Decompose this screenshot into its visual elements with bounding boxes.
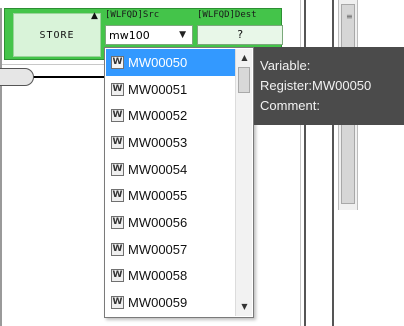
register-tooltip: Variable: Register:MW00050 Comment:	[254, 47, 404, 125]
word-register-icon: W	[111, 189, 124, 203]
scroll-up-icon[interactable]: ▲	[236, 50, 253, 66]
autocomplete-item[interactable]: W MW00050	[106, 49, 236, 76]
collapse-caret-icon[interactable]: ▲	[91, 11, 98, 21]
tooltip-register: Register:MW00050	[260, 78, 372, 93]
autocomplete-item[interactable]: W MW00058	[106, 263, 236, 290]
dest-operand-field[interactable]: ?	[197, 25, 283, 45]
autocomplete-item-label: MW00058	[128, 268, 188, 284]
word-register-icon: W	[111, 135, 124, 149]
word-register-icon: W	[111, 242, 124, 256]
tooltip-variable: Variable:	[260, 58, 311, 73]
autocomplete-item[interactable]: W MW00057	[106, 236, 236, 263]
source-operand-header: [WLFQD]Src	[105, 10, 160, 20]
word-register-icon: W	[111, 82, 124, 96]
autocomplete-item-label: MW00055	[128, 188, 188, 204]
autocomplete-item[interactable]: W MW00053	[106, 129, 236, 156]
dest-operand-header: [WLFQD]Dest	[197, 10, 257, 20]
autocomplete-item[interactable]: W MW00055	[106, 182, 236, 209]
word-register-icon: W	[111, 269, 124, 283]
autocomplete-item-label: MW00052	[128, 108, 188, 124]
autocomplete-item[interactable]: W MW00059	[106, 289, 236, 316]
autocomplete-item-label: MW00057	[128, 241, 188, 257]
scroll-down-icon[interactable]: ▼	[236, 299, 253, 315]
autocomplete-item[interactable]: W MW00054	[106, 156, 236, 183]
autocomplete-item[interactable]: W MW00052	[106, 102, 236, 129]
scrollbar-grip-icon: ≡	[346, 12, 353, 21]
tooltip-comment: Comment:	[260, 98, 320, 113]
word-register-icon: W	[111, 296, 124, 310]
autocomplete-item-label: MW00059	[128, 295, 188, 311]
autocomplete-item[interactable]: W MW00056	[106, 209, 236, 236]
autocomplete-item-label: MW00051	[128, 81, 188, 97]
autocomplete-item-label: MW00053	[128, 134, 188, 150]
autocomplete-scrollbar[interactable]: ▲ ▼	[235, 49, 252, 316]
word-register-icon: W	[111, 109, 124, 123]
word-register-icon: W	[111, 55, 124, 69]
autocomplete-items: W MW00050 W MW00051 W MW00052 W MW00053 W MW00054…	[106, 49, 236, 316]
register-autocomplete-list[interactable]: W MW00050 W MW00051 W MW00052 W MW00053 W MW00054…	[104, 47, 254, 318]
source-operand-input[interactable]	[109, 28, 169, 42]
rung-contact[interactable]	[0, 68, 34, 86]
source-operand-field[interactable]: ▼	[105, 25, 193, 45]
scrollbar-thumb[interactable]	[238, 67, 250, 93]
autocomplete-item[interactable]: W MW00051	[106, 76, 236, 103]
word-register-icon: W	[111, 162, 124, 176]
autocomplete-item-label: MW00054	[128, 161, 188, 177]
autocomplete-item-label: MW00056	[128, 214, 188, 230]
instruction-name[interactable]: STORE	[13, 13, 101, 57]
left-power-rail	[0, 8, 2, 326]
word-register-icon: W	[111, 215, 124, 229]
autocomplete-item-label: MW00050	[128, 54, 188, 70]
dropdown-arrow-icon[interactable]: ▼	[179, 30, 186, 40]
